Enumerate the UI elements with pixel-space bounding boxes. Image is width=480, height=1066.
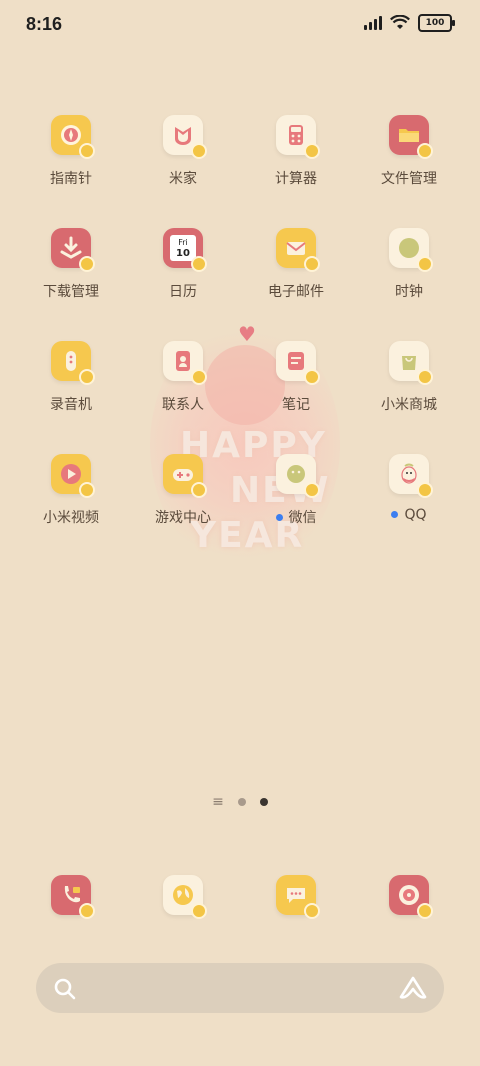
wechat-icon <box>276 454 320 498</box>
app-label: 日历 <box>169 284 197 300</box>
app-label: 米家 <box>169 171 197 187</box>
app-label: 笔记 <box>282 397 310 413</box>
phone-icon <box>51 875 95 919</box>
video-play-icon <box>51 454 95 498</box>
app-label: 录音机 <box>50 397 92 413</box>
app-wechat[interactable]: 微信 <box>241 449 351 527</box>
battery-icon: 100 <box>418 14 455 32</box>
wifi-icon <box>390 15 410 29</box>
dock-phone[interactable] <box>16 870 126 919</box>
app-compass[interactable]: 指南针 <box>16 110 126 188</box>
status-time: 8:16 <box>26 14 63 34</box>
app-download-manager[interactable]: 下载管理 <box>16 223 126 301</box>
compass-icon <box>51 115 95 159</box>
page-indicator[interactable]: ≡ <box>0 795 480 809</box>
music-icon <box>389 875 433 919</box>
calendar-date: 10 <box>176 248 190 259</box>
page-dot-active[interactable] <box>259 798 268 806</box>
calendar-icon: Fri 10 <box>163 228 207 272</box>
dock-messages[interactable] <box>241 870 351 919</box>
app-calculator[interactable]: 计算器 <box>241 110 351 188</box>
new-notification-dot <box>391 510 399 518</box>
clock-icon <box>389 228 433 272</box>
status-icons: 100 <box>364 14 455 32</box>
app-label: 文件管理 <box>381 171 437 187</box>
calculator-icon <box>276 115 320 159</box>
page-dot[interactable] <box>237 798 246 806</box>
app-qq[interactable]: QQ <box>354 449 464 523</box>
search-bar[interactable] <box>36 963 444 1013</box>
app-drawer-menu-icon[interactable]: ≡ <box>212 795 224 809</box>
app-contacts[interactable]: 联系人 <box>128 336 238 414</box>
app-label: 小米商城 <box>381 397 437 413</box>
app-label: 电子邮件 <box>268 284 324 300</box>
shopping-bag-icon <box>389 341 433 385</box>
app-label: 指南针 <box>50 171 92 187</box>
app-mi-store[interactable]: 小米商城 <box>354 336 464 414</box>
recorder-icon <box>51 341 95 385</box>
new-notification-dot <box>275 513 283 521</box>
contacts-icon <box>163 341 207 385</box>
app-mi-home[interactable]: 米家 <box>128 110 238 188</box>
app-recorder[interactable]: 录音机 <box>16 336 126 414</box>
browser-globe-icon <box>163 875 207 919</box>
folder-icon <box>389 115 433 159</box>
calendar-day: Fri <box>178 238 188 247</box>
app-label: 计算器 <box>275 171 317 187</box>
dock-music[interactable] <box>354 870 464 919</box>
messages-icon <box>276 875 320 919</box>
gamepad-icon <box>163 454 207 498</box>
app-label: 下载管理 <box>43 284 99 300</box>
download-icon <box>51 228 95 272</box>
app-game-center[interactable]: 游戏中心 <box>128 449 238 527</box>
app-label: QQ <box>404 507 427 523</box>
app-label: 游戏中心 <box>155 510 211 526</box>
app-label: 小米视频 <box>43 510 99 526</box>
app-calendar[interactable]: Fri 10 日历 <box>128 223 238 301</box>
app-notes[interactable]: 笔记 <box>241 336 351 414</box>
app-file-manager[interactable]: 文件管理 <box>354 110 464 188</box>
search-icon <box>54 978 76 1000</box>
app-label: 联系人 <box>162 397 204 413</box>
app-label: 时钟 <box>395 284 423 300</box>
email-icon <box>276 228 320 272</box>
app-clock[interactable]: 时钟 <box>354 223 464 301</box>
app-email[interactable]: 电子邮件 <box>241 223 351 301</box>
qq-penguin-icon <box>389 454 433 498</box>
app-mi-video[interactable]: 小米视频 <box>16 449 126 527</box>
signal-icon <box>364 16 382 30</box>
ai-assistant-icon[interactable] <box>398 975 428 1001</box>
status-bar: 8:16 100 <box>0 0 480 50</box>
mi-home-icon <box>163 115 207 159</box>
app-label: 微信 <box>288 510 317 526</box>
dock-browser[interactable] <box>128 870 238 919</box>
notes-icon <box>276 341 320 385</box>
